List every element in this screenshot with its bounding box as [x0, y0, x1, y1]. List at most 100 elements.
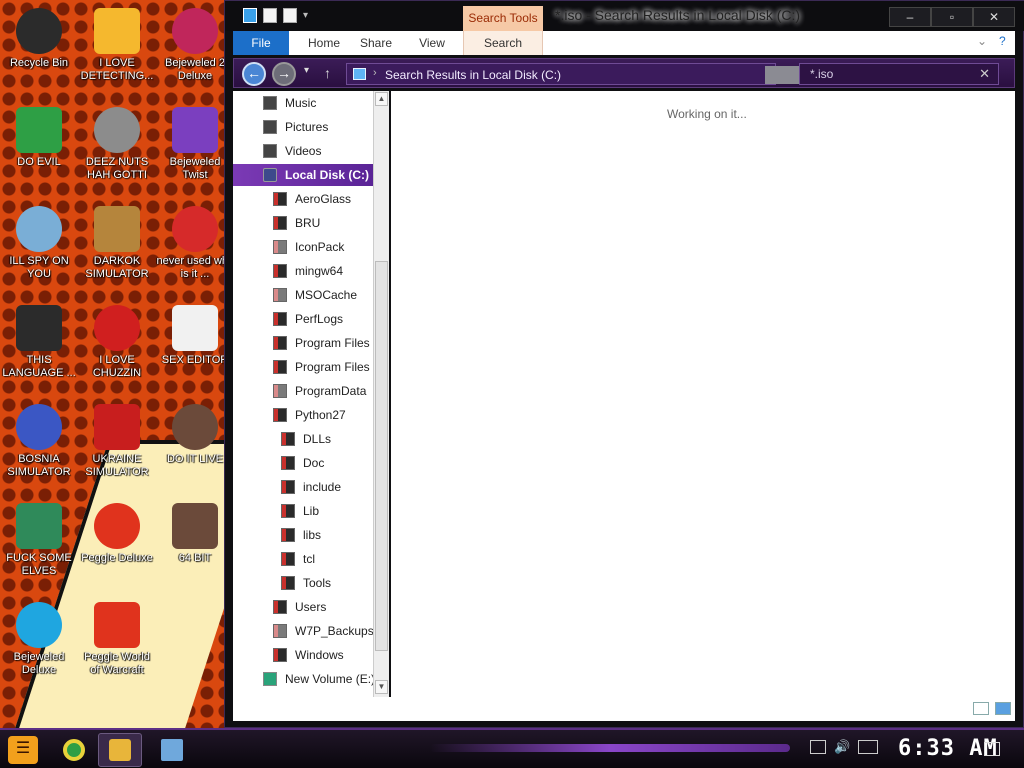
- nav-item[interactable]: Windows: [233, 644, 373, 666]
- network-icon[interactable]: [810, 740, 826, 754]
- desktop-icon[interactable]: DO IT LIVE: [156, 404, 234, 466]
- properties-icon[interactable]: [263, 8, 277, 23]
- go-icon: [16, 305, 62, 351]
- nav-item[interactable]: Python27: [233, 404, 373, 426]
- folder-icon: [273, 384, 287, 398]
- desktop-icon[interactable]: Peggle World of Warcraft Edition: [78, 602, 156, 677]
- nav-item[interactable]: PerfLogs: [233, 308, 373, 330]
- nav-item[interactable]: Local Disk (C:): [233, 164, 373, 186]
- tab-file[interactable]: File: [233, 31, 289, 55]
- results-pane[interactable]: Working on it...: [391, 91, 1015, 697]
- desktop-icon[interactable]: DO EVIL: [0, 107, 78, 169]
- nav-item[interactable]: AeroGlass: [233, 188, 373, 210]
- desktop-icon[interactable]: THIS LANGUAGE ...: [0, 305, 78, 380]
- desktop-icon[interactable]: 64 BIT: [156, 503, 234, 565]
- desktop-icon[interactable]: SEX EDITOR: [156, 305, 234, 367]
- forward-icon[interactable]: →: [272, 62, 296, 86]
- desktop-icon[interactable]: BOSNIA SIMULATOR: [0, 404, 78, 479]
- desktop-icon[interactable]: Bejeweled Deluxe: [0, 602, 78, 677]
- nav-item[interactable]: Program Files: [233, 332, 373, 354]
- tab-share[interactable]: Share: [351, 31, 401, 55]
- desktop-icon[interactable]: ILL SPY ON YOU: [0, 206, 78, 281]
- nav-item[interactable]: mingw64: [233, 260, 373, 282]
- expand-ribbon-icon[interactable]: ⌄: [977, 34, 987, 48]
- folder-icon: [273, 624, 287, 638]
- address-bar: ← → ▾ ↑ › Search Results in Local Disk (…: [233, 58, 1015, 88]
- taskbar-explorer[interactable]: [98, 733, 142, 767]
- close-button[interactable]: ✕: [973, 7, 1015, 27]
- desktop-icon[interactable]: DEEZ NUTS HAH GOTTI: [78, 107, 156, 182]
- nav-item[interactable]: IconPack: [233, 236, 373, 258]
- help-icon[interactable]: ?: [999, 34, 1006, 48]
- folder-icon: [273, 360, 287, 374]
- explorer-icon: [109, 739, 131, 761]
- desktop-icon[interactable]: never used why is it ...: [156, 206, 234, 281]
- scroll-down-icon[interactable]: ▼: [375, 680, 388, 694]
- nav-item[interactable]: New Volume (E:): [233, 668, 373, 690]
- nav-item[interactable]: Lib: [233, 500, 373, 522]
- nav-item[interactable]: Videos: [233, 140, 373, 162]
- nav-item[interactable]: Doc: [233, 452, 373, 474]
- action-center-icon[interactable]: [984, 742, 1000, 756]
- up-icon[interactable]: ↑: [324, 65, 331, 81]
- desktop-icon[interactable]: UKRAINE SIMULATOR: [78, 404, 156, 479]
- chevron-right-icon[interactable]: ›: [373, 67, 377, 79]
- scroll-up-icon[interactable]: ▲: [375, 92, 388, 106]
- keyboard-icon[interactable]: [858, 740, 879, 754]
- drive-icon: [263, 168, 277, 182]
- desktop-icon[interactable]: Bejeweled 2 Deluxe: [156, 8, 234, 83]
- nav-item[interactable]: W7P_Backups: [233, 620, 373, 642]
- nav-item[interactable]: Music: [233, 92, 373, 114]
- nav-item[interactable]: MSOCache: [233, 284, 373, 306]
- maximize-button[interactable]: ▫: [931, 7, 973, 27]
- scroll-thumb[interactable]: [375, 261, 388, 651]
- nav-item[interactable]: Users: [233, 596, 373, 618]
- folder-icon[interactable]: [243, 8, 257, 23]
- start-button[interactable]: ☰: [8, 736, 38, 764]
- desktop-icon[interactable]: FUCK SOME ELVES: [0, 503, 78, 578]
- taskbar-decoration: [430, 744, 790, 752]
- desktop-icon[interactable]: Peggle Deluxe: [78, 503, 156, 565]
- desktop-icon[interactable]: Recycle Bin: [0, 8, 78, 70]
- desktop-icon[interactable]: DARKOK SIMULATOR: [78, 206, 156, 281]
- nav-item[interactable]: Pictures: [233, 116, 373, 138]
- nav-item[interactable]: Tools: [233, 572, 373, 594]
- desktop-icon[interactable]: I LOVE DETECTING...: [78, 8, 156, 83]
- peggle-icon: [94, 503, 140, 549]
- taskbar: ☰ 🔊 6:33 AM: [0, 728, 1024, 768]
- recent-locations-icon[interactable]: ▾: [304, 65, 309, 76]
- tab-view[interactable]: View: [407, 31, 457, 55]
- back-icon[interactable]: ←: [242, 62, 266, 86]
- nav-item[interactable]: include: [233, 476, 373, 498]
- nav-item[interactable]: DLLs: [233, 428, 373, 450]
- details-view-icon[interactable]: [973, 702, 989, 715]
- breadcrumb[interactable]: › Search Results in Local Disk (C:): [346, 63, 893, 85]
- search-tools-context-tab[interactable]: Search Tools: [463, 6, 543, 31]
- taskbar-computer[interactable]: [150, 733, 194, 767]
- nav-scrollbar[interactable]: ▲ ▼: [373, 91, 389, 697]
- tab-home[interactable]: Home: [299, 31, 349, 55]
- desktop-icon[interactable]: I LOVE CHUZZIN: [78, 305, 156, 380]
- volume-icon[interactable]: 🔊: [834, 739, 850, 755]
- new-folder-icon[interactable]: [283, 8, 297, 23]
- taskbar-chrome[interactable]: [52, 733, 96, 767]
- nav-item[interactable]: ProgramData: [233, 380, 373, 402]
- nav-item[interactable]: Program Files (x: [233, 356, 373, 378]
- clock[interactable]: 6:33 AM: [898, 736, 998, 761]
- nav-item[interactable]: tcl: [233, 548, 373, 570]
- radiation-icon: [94, 404, 140, 450]
- nav-item[interactable]: BRU: [233, 212, 373, 234]
- nav-item[interactable]: libs: [233, 524, 373, 546]
- customize-qat-icon[interactable]: ▾: [303, 10, 308, 21]
- folder-icon: [273, 600, 287, 614]
- desktop-icon-label: FUCK SOME ELVES: [6, 552, 72, 577]
- desktop-icon[interactable]: Bejeweled Twist: [156, 107, 234, 182]
- folder-icon: [273, 240, 287, 254]
- tab-search[interactable]: Search: [463, 31, 543, 55]
- clear-search-icon[interactable]: ✕: [979, 66, 990, 82]
- title-bar[interactable]: ▾ Search Tools *.iso - Search Results in…: [225, 1, 1024, 31]
- minimize-button[interactable]: –: [889, 7, 931, 27]
- copy-icon: [94, 107, 140, 153]
- large-icons-view-icon[interactable]: [995, 702, 1011, 715]
- search-input[interactable]: *.iso ✕: [799, 63, 999, 85]
